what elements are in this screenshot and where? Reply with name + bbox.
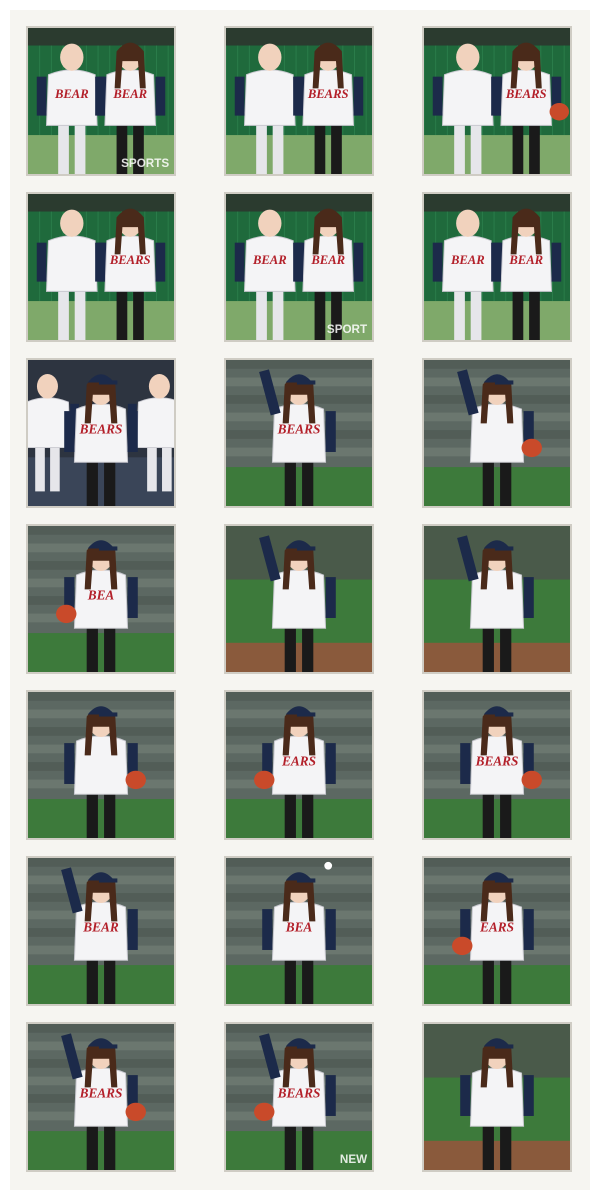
svg-text:BEAR: BEAR [54, 87, 89, 101]
svg-text:EARS: EARS [479, 920, 514, 935]
photo-throw-glove-front [28, 692, 174, 838]
photo-thumbnail[interactable]: BEARS [26, 358, 176, 508]
photo-thumbnail[interactable]: BEARS [224, 26, 374, 176]
photo-thumbnail[interactable]: BEAR BEAR SPORT [224, 192, 374, 342]
photo-cap-wave: BEARS [226, 360, 372, 506]
photo-throw-close: EARS [226, 692, 372, 838]
watermark-text: SPORTS [121, 157, 169, 170]
photo-thumbnail[interactable]: BEAR BEAR [422, 192, 572, 342]
photo-thumbnail[interactable] [422, 1022, 572, 1172]
photo-glove-ready: EARS [424, 858, 570, 1004]
photo-thumbnail[interactable]: BEARS [224, 358, 374, 508]
photo-gallery: BEAR BEAR SPORTS BEARS BEARS BEARS BEAR BEAR SPO… [10, 10, 590, 1190]
photo-thumbnail[interactable] [422, 524, 572, 674]
photo-mascot-hug [424, 1024, 570, 1170]
photo-thumbnail[interactable]: BEAR [26, 856, 176, 1006]
photo-stretch-with-coach: BEARS [28, 194, 174, 340]
watermark-text: SPORT [327, 323, 367, 336]
svg-text:BEARS: BEARS [79, 1086, 123, 1101]
photo-thumbnail[interactable] [26, 690, 176, 840]
photo-arms-up-glove: BEARS [28, 1024, 174, 1170]
photo-arm-raised-glove [424, 360, 570, 506]
svg-text:BEAR: BEAR [508, 253, 543, 267]
photo-thumbnail[interactable] [224, 524, 374, 674]
photo-windup-wide [226, 526, 372, 672]
svg-text:BEARS: BEARS [505, 87, 547, 101]
photo-arms-up-cheer: BEARS NEW [226, 1024, 372, 1170]
photo-coach-and-pitcher: BEAR BEAR SPORTS [28, 28, 174, 174]
svg-text:BEAR: BEAR [310, 253, 345, 267]
photo-glove-close: BEA [28, 526, 174, 672]
svg-text:BEAR: BEAR [112, 87, 147, 101]
svg-text:BEA: BEA [285, 920, 313, 935]
photo-fist-pose-duo: BEAR BEAR SPORT [226, 194, 372, 340]
photo-cap-portrait-players: BEARS [28, 360, 174, 506]
photo-thumbnail[interactable]: BEARS [422, 26, 572, 176]
svg-text:BEARS: BEARS [475, 754, 519, 769]
svg-text:BEARS: BEARS [277, 1086, 321, 1101]
svg-text:EARS: EARS [281, 754, 316, 769]
photo-hair-flip: BEA [226, 858, 372, 1004]
watermark-text: NEW [340, 1153, 367, 1166]
photo-fist-pose-duo-wide: BEAR BEAR [424, 194, 570, 340]
photo-thumbnail[interactable] [422, 358, 572, 508]
photo-thumbnail[interactable]: BEARS NEW [224, 1022, 374, 1172]
svg-text:BEAR: BEAR [252, 253, 287, 267]
photo-throw-side: BEARS [424, 692, 570, 838]
svg-text:BEAR: BEAR [82, 920, 119, 935]
svg-text:BEARS: BEARS [277, 422, 321, 437]
svg-text:BEARS: BEARS [79, 422, 123, 437]
photo-thumbnail[interactable]: BEA [26, 524, 176, 674]
photo-thumbnail[interactable]: BEA [224, 856, 374, 1006]
svg-text:BEARS: BEARS [307, 87, 349, 101]
photo-windup-leg [424, 526, 570, 672]
photo-thumbnail[interactable]: BEARS [26, 1022, 176, 1172]
svg-text:BEARS: BEARS [109, 253, 151, 267]
photo-coach-and-pitcher-glove: BEARS [424, 28, 570, 174]
svg-text:BEA: BEA [87, 588, 115, 603]
svg-text:BEAR: BEAR [450, 253, 485, 267]
photo-thumbnail[interactable]: BEARS [422, 690, 572, 840]
photo-thumbnail[interactable]: EARS [422, 856, 572, 1006]
photo-thumbnail[interactable]: BEARS [26, 192, 176, 342]
photo-release-pose: BEAR [28, 858, 174, 1004]
photo-coach-and-pitcher-standing: BEARS [226, 28, 372, 174]
photo-thumbnail[interactable]: BEAR BEAR SPORTS [26, 26, 176, 176]
photo-thumbnail[interactable]: EARS [224, 690, 374, 840]
